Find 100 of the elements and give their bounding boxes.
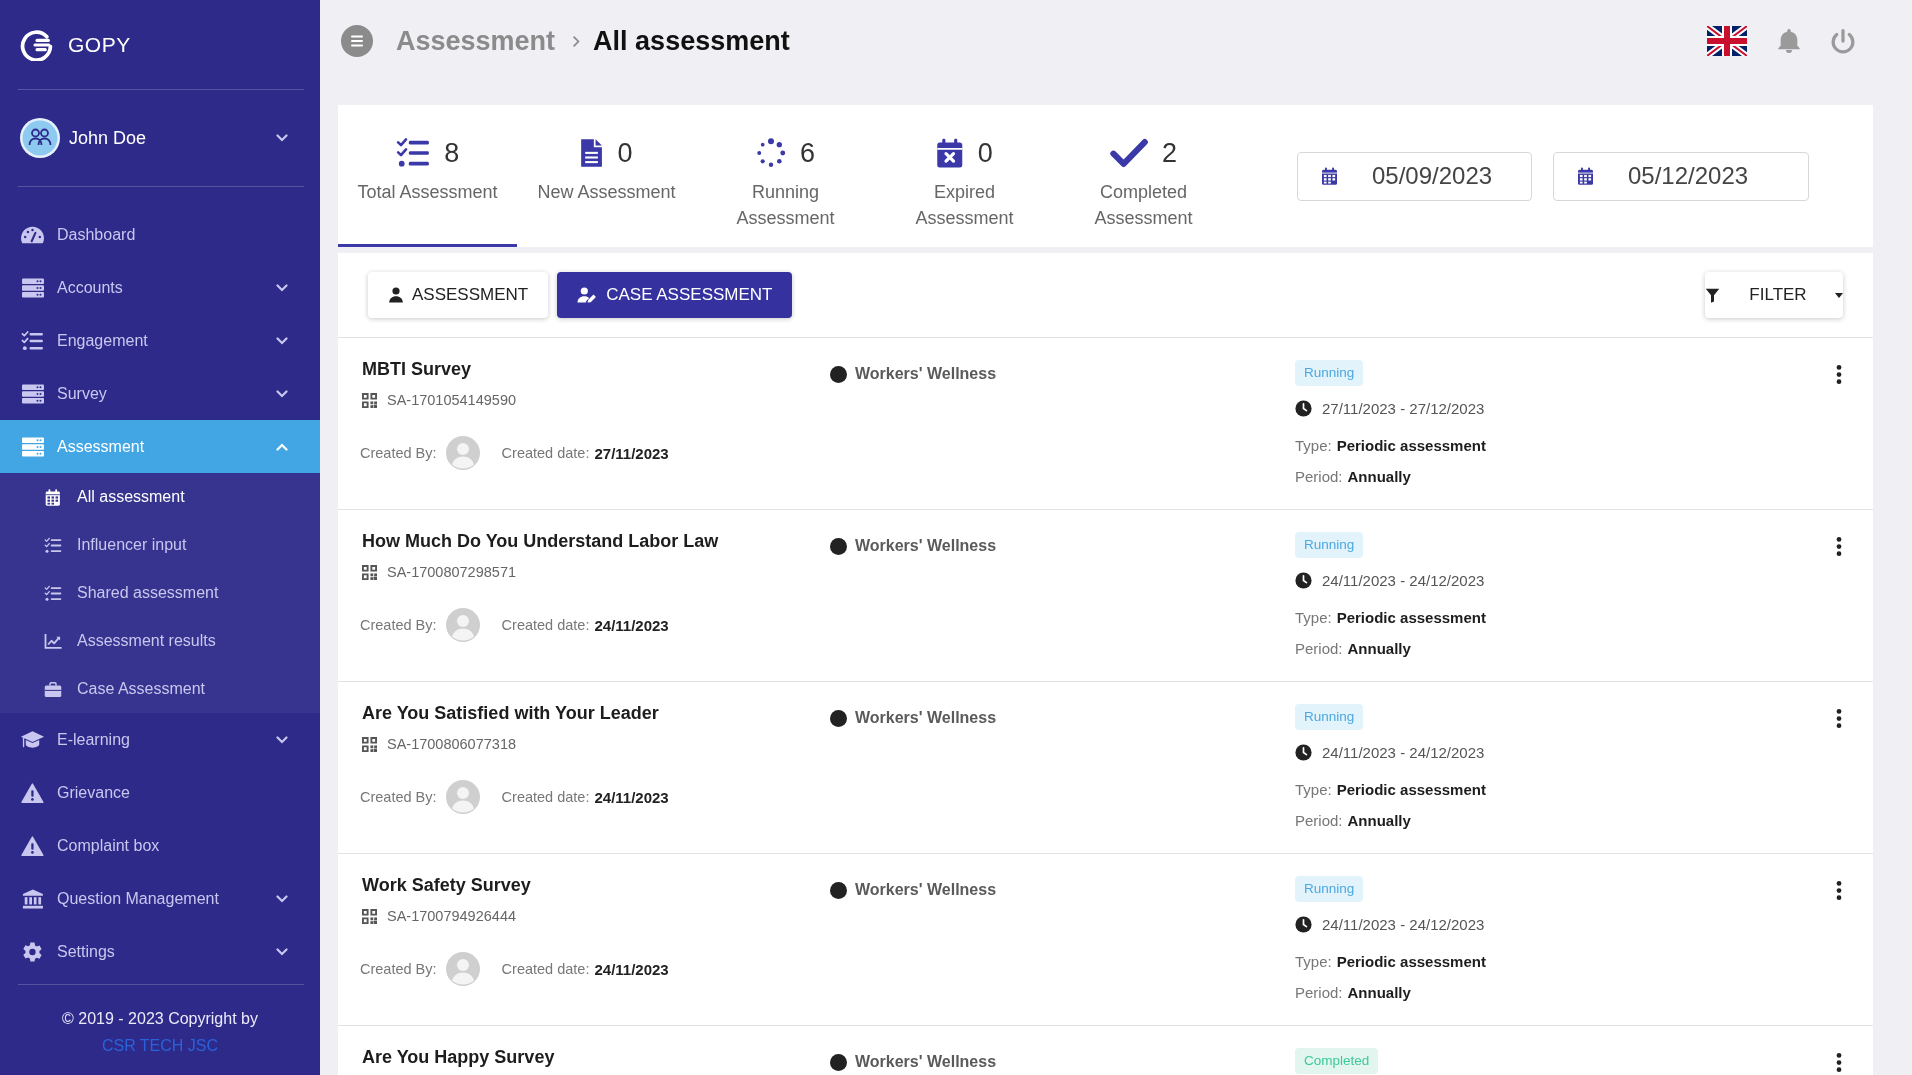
created-date-value: 24/11/2023	[594, 616, 669, 634]
created-date-value: 24/11/2023	[594, 960, 669, 978]
period-label: Period:	[1295, 811, 1343, 829]
category-name: Workers' Wellness	[855, 881, 997, 899]
brand-name: GOPY	[68, 32, 131, 57]
calendar-icon	[1577, 167, 1594, 185]
more-icon[interactable]	[1836, 881, 1842, 900]
logo-icon	[20, 28, 53, 61]
graduation-cap-icon	[20, 729, 45, 750]
qr-code-icon	[362, 564, 377, 580]
more-icon[interactable]	[1836, 1053, 1842, 1072]
stat-tab[interactable]: 0 Expired Assessment	[875, 105, 1054, 247]
sidebar-item[interactable]: Engagement	[0, 314, 320, 367]
date-range: 24/11/2023 - 24/12/2023	[1322, 743, 1485, 761]
sidebar-item[interactable]: Accounts	[0, 261, 320, 314]
submenu-item[interactable]: Shared assessment	[0, 569, 320, 617]
uk-flag-icon[interactable]	[1707, 26, 1747, 56]
assessment-code: SA-1700794926444	[387, 908, 516, 924]
user-menu[interactable]: John Doe	[0, 90, 320, 186]
sidebar-item[interactable]: Grievance	[0, 766, 320, 819]
sidebar-item[interactable]: Complaint box	[0, 819, 320, 872]
type-label: Type:	[1295, 608, 1332, 626]
assessment-code: SA-1700807298571	[387, 564, 516, 580]
submenu-item[interactable]: Case Assessment	[0, 665, 320, 713]
server-icon	[20, 436, 45, 457]
sidebar-item[interactable]: E-learning	[0, 713, 320, 766]
view-tab[interactable]: ASSESSMENT	[368, 272, 549, 318]
assessment-title[interactable]: How Much Do You Understand Labor Law	[362, 530, 719, 552]
stat-tab[interactable]: 8 Total Assessment	[338, 105, 517, 247]
created-date-label: Created date:	[501, 617, 590, 633]
gauge-icon	[20, 224, 45, 245]
stat-tab[interactable]: 6 Running Assessment	[696, 105, 875, 247]
menu-icon[interactable]	[341, 25, 373, 57]
category-name: Workers' Wellness	[855, 365, 997, 383]
type-value: Periodic assessment	[1336, 952, 1486, 970]
assessment-title[interactable]: Are You Happy Survey	[362, 1046, 555, 1068]
category-name: Workers' Wellness	[855, 709, 997, 727]
qr-code-icon	[362, 908, 377, 924]
created-by-label: Created By:	[360, 445, 437, 461]
date-range: 27/11/2023 - 27/12/2023	[1322, 399, 1485, 417]
sidebar-item[interactable]: Survey	[0, 367, 320, 420]
date-field[interactable]: 05/12/2023	[1553, 151, 1809, 201]
clock-icon	[1295, 399, 1312, 417]
submenu-item[interactable]: All assessment	[0, 473, 320, 521]
clock-icon	[1295, 743, 1312, 761]
assessment-code: SA-1700806077318	[387, 736, 516, 752]
status-badge: Running	[1295, 876, 1364, 902]
created-date-value: 27/11/2023	[594, 444, 669, 462]
more-icon[interactable]	[1836, 537, 1842, 556]
filter-icon	[1705, 287, 1720, 303]
stat-tab[interactable]: 2 Completed Assessment	[1054, 105, 1233, 247]
chevron-right-icon	[572, 34, 581, 48]
type-label: Type:	[1295, 436, 1332, 454]
assessment-title[interactable]: Work Safety Survey	[362, 874, 531, 896]
check-icon	[1109, 138, 1149, 168]
sidebar-item[interactable]: Dashboard	[0, 208, 320, 261]
date-field[interactable]: 05/09/2023	[1297, 151, 1532, 201]
clock-icon	[1295, 915, 1312, 933]
assessment-title[interactable]: Are You Satisfied with Your Leader	[362, 702, 659, 724]
created-date-value: 24/11/2023	[594, 788, 669, 806]
bank-icon	[21, 888, 44, 909]
more-icon[interactable]	[1836, 709, 1842, 728]
period-label: Period:	[1295, 983, 1343, 1001]
submenu-item[interactable]: Influencer input	[0, 521, 320, 569]
period-value: Annually	[1347, 467, 1411, 485]
document-icon	[580, 138, 604, 168]
dot-icon	[830, 537, 847, 555]
qr-code-icon	[362, 392, 377, 408]
filter-button[interactable]: FILTER	[1705, 272, 1843, 318]
date-range: 24/11/2023 - 24/12/2023	[1322, 571, 1485, 589]
checklist-icon	[44, 584, 62, 602]
people-icon	[20, 118, 60, 158]
stat-tab[interactable]: 0 New Assessment	[517, 105, 696, 247]
created-date-label: Created date:	[501, 789, 590, 805]
settings-icon	[23, 941, 42, 962]
type-label: Type:	[1295, 780, 1332, 798]
calendar-icon	[45, 488, 61, 506]
assessment-title[interactable]: MBTI Survey	[362, 358, 472, 380]
created-by-label: Created By:	[360, 617, 437, 633]
view-tab[interactable]: CASE ASSESSMENT	[557, 272, 793, 318]
created-date-label: Created date:	[501, 445, 590, 461]
date-range: 24/11/2023 - 24/12/2023	[1322, 915, 1485, 933]
type-value: Periodic assessment	[1336, 608, 1486, 626]
category-name: Workers' Wellness	[855, 537, 997, 555]
server-icon	[20, 383, 45, 404]
dot-icon	[830, 709, 847, 727]
line-chart-icon	[44, 632, 62, 650]
page-title: All assessment	[593, 25, 790, 57]
status-badge: Running	[1295, 360, 1364, 386]
qr-code-icon	[362, 736, 377, 752]
period-label: Period:	[1295, 639, 1343, 657]
checklist-icon	[21, 330, 44, 351]
status-badge: Running	[1295, 704, 1364, 730]
more-icon[interactable]	[1836, 365, 1842, 384]
status-badge: Completed	[1295, 1048, 1379, 1074]
submenu-item[interactable]: Assessment results	[0, 617, 320, 665]
sidebar-item[interactable]: Settings	[0, 925, 320, 978]
user-avatar-icon	[445, 952, 480, 986]
status-badge: Running	[1295, 532, 1364, 558]
sidebar-item[interactable]: Question Management	[0, 872, 320, 925]
